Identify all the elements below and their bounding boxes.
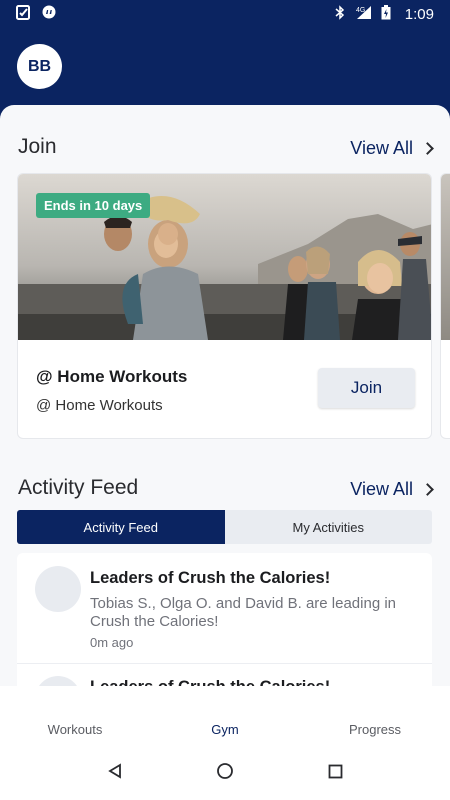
next-challenge-image — [441, 174, 450, 340]
challenge-card[interactable]: Ends in 10 days @ Home Workouts @ Home W… — [17, 173, 432, 439]
activity-section-title: Activity Feed — [18, 476, 139, 499]
avatar — [35, 566, 81, 612]
chevron-right-icon — [421, 142, 434, 155]
challenge-hero-image: Ends in 10 days — [18, 174, 431, 340]
bottom-nav: Workouts Gym Progress — [0, 686, 450, 800]
main-sheet: Join View All Ends in 10 days @ Home Wor… — [0, 105, 450, 800]
nav-gym[interactable]: Gym — [150, 722, 300, 737]
system-nav-bar — [0, 762, 450, 785]
task-check-icon — [16, 4, 30, 24]
home-icon[interactable] — [216, 762, 234, 785]
tab-activity-feed[interactable]: Activity Feed — [17, 510, 225, 544]
back-icon[interactable] — [107, 763, 123, 784]
join-view-all-link[interactable]: View All — [350, 138, 434, 159]
view-all-label: View All — [350, 138, 413, 158]
feed-item-title: Leaders of Crush the Calories! — [90, 569, 331, 587]
bluetooth-icon — [335, 4, 345, 24]
feed-item[interactable]: Leaders of Crush the Calories! Tobias S.… — [17, 553, 432, 664]
feed-item-body: Tobias S., Olga O. and David B. are lead… — [90, 595, 397, 630]
activity-view-all-link[interactable]: View All — [350, 479, 434, 500]
next-challenge-card[interactable] — [440, 173, 450, 439]
challenge-title: @ Home Workouts — [36, 367, 188, 386]
status-bar: 4G 1:09 — [0, 0, 450, 28]
status-time: 1:09 — [404, 5, 434, 23]
signal-icon: 4G — [353, 5, 373, 24]
view-all-label: View All — [350, 479, 413, 499]
battery-icon — [381, 4, 391, 24]
activity-tabs: Activity Feed My Activities — [17, 510, 432, 544]
join-section-title: Join — [18, 135, 57, 158]
tab-my-activities[interactable]: My Activities — [224, 510, 432, 544]
challenge-subtitle: @ Home Workouts — [36, 397, 163, 414]
user-avatar[interactable]: BB — [17, 44, 62, 89]
nav-workouts[interactable]: Workouts — [0, 722, 150, 737]
feed-item-time: 0m ago — [90, 635, 134, 650]
quote-chat-icon — [42, 5, 56, 24]
chevron-right-icon — [421, 483, 434, 496]
ends-in-badge: Ends in 10 days — [36, 193, 151, 218]
nav-progress[interactable]: Progress — [300, 722, 450, 737]
join-button[interactable]: Join — [318, 368, 415, 408]
recents-icon[interactable] — [328, 764, 343, 784]
